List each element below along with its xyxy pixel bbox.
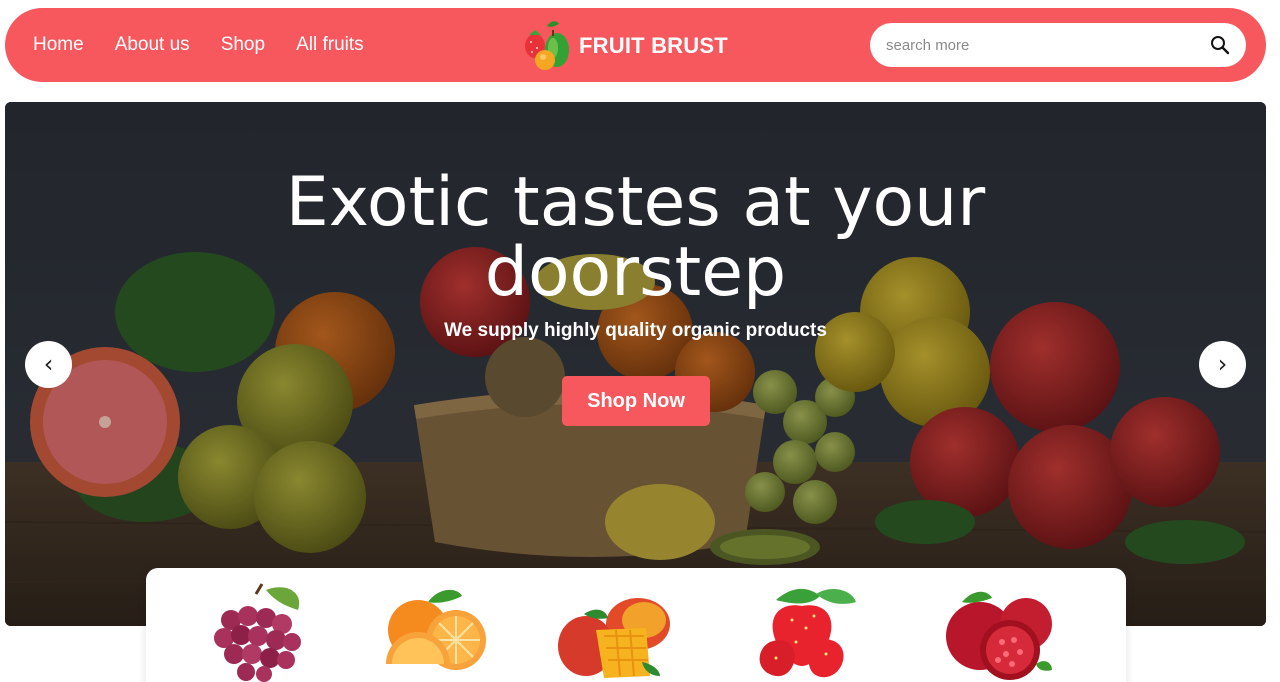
- hero-title: Exotic tastes at your doorstep: [5, 168, 1266, 308]
- category-orange[interactable]: [366, 580, 506, 682]
- mango-icon: [558, 598, 670, 678]
- search-icon[interactable]: [1210, 35, 1230, 55]
- carousel-next-button[interactable]: ›: [1199, 341, 1246, 388]
- carousel-prev-button[interactable]: ‹: [25, 341, 72, 388]
- hero-subtitle: We supply highly quality organic product…: [444, 320, 827, 341]
- category-pomegranate[interactable]: [926, 580, 1066, 682]
- nav-link-all-fruits[interactable]: All fruits: [296, 34, 364, 56]
- hero-carousel: Exotic tastes at your doorstep We supply…: [5, 102, 1266, 626]
- pomegranate-icon: [946, 591, 1052, 680]
- search-box: [870, 23, 1246, 67]
- category-strawberry[interactable]: [736, 580, 876, 682]
- brand[interactable]: FRUIT BRUST: [517, 16, 728, 76]
- hero-title-line-2: doorstep: [484, 233, 787, 312]
- grapes-icon: [214, 583, 301, 682]
- nav-link-shop[interactable]: Shop: [221, 34, 265, 56]
- hero-title-line-1: Exotic tastes at your: [285, 163, 986, 242]
- category-grapes[interactable]: [186, 580, 326, 682]
- nav-link-about[interactable]: About us: [115, 34, 190, 56]
- nav-link-home[interactable]: Home: [33, 34, 84, 56]
- brand-name: FRUIT BRUST: [579, 33, 728, 58]
- category-mango[interactable]: [546, 580, 686, 682]
- search-input[interactable]: [886, 23, 1206, 67]
- strawberry-icon: [759, 588, 856, 678]
- fruit-category-strip: [146, 568, 1126, 682]
- shop-now-button[interactable]: Shop Now: [562, 376, 710, 426]
- top-navbar: Home About us Shop All fruits FRUIT BRUS…: [5, 8, 1266, 82]
- main-nav: Home About us Shop All fruits: [33, 8, 395, 82]
- fruit-logo-icon: [525, 21, 569, 70]
- orange-icon: [386, 589, 486, 670]
